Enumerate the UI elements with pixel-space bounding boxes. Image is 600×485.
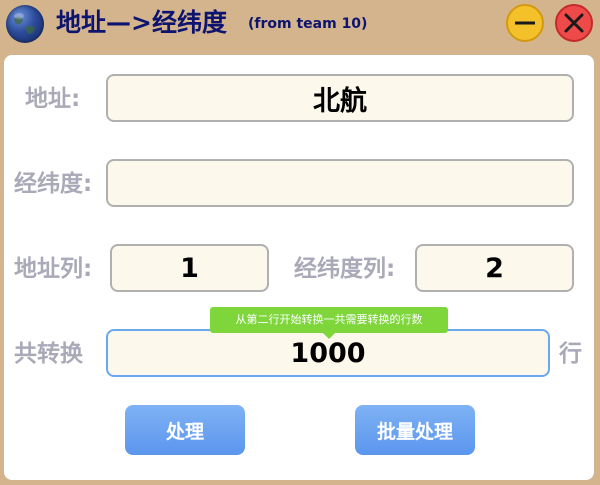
address-col-input[interactable] (110, 244, 269, 292)
coords-output-field[interactable] (106, 159, 574, 207)
globe-logo-icon (6, 5, 44, 43)
address-col-label: 地址列: (14, 256, 93, 282)
window-title: 地址—>经纬度 (56, 8, 227, 37)
total-rows-tooltip: 从第二行开始转换一共需要转换的行数 (210, 307, 448, 333)
minus-icon (515, 21, 535, 25)
form-panel: 地址: 经纬度: 地址列: 经纬度列: 共转换 行 从第二行开始转换一共需要转换… (4, 55, 594, 480)
total-label: 共转换 (14, 341, 83, 367)
batch-process-button[interactable]: 批量处理 (355, 405, 475, 455)
coords-label: 经纬度: (14, 171, 93, 197)
x-icon (564, 13, 584, 33)
coords-col-label: 经纬度列: (294, 256, 396, 282)
total-unit-label: 行 (559, 341, 582, 367)
address-label: 地址: (25, 86, 81, 112)
process-button[interactable]: 处理 (125, 405, 245, 455)
coords-col-input[interactable] (415, 244, 574, 292)
window-subtitle: (from team 10) (248, 16, 368, 32)
address-input[interactable] (106, 74, 574, 122)
tooltip-arrow (323, 333, 335, 339)
close-button[interactable] (555, 4, 593, 42)
minimize-button[interactable] (506, 4, 544, 42)
title-bar: 地址—>经纬度 (from team 10) (0, 0, 600, 48)
